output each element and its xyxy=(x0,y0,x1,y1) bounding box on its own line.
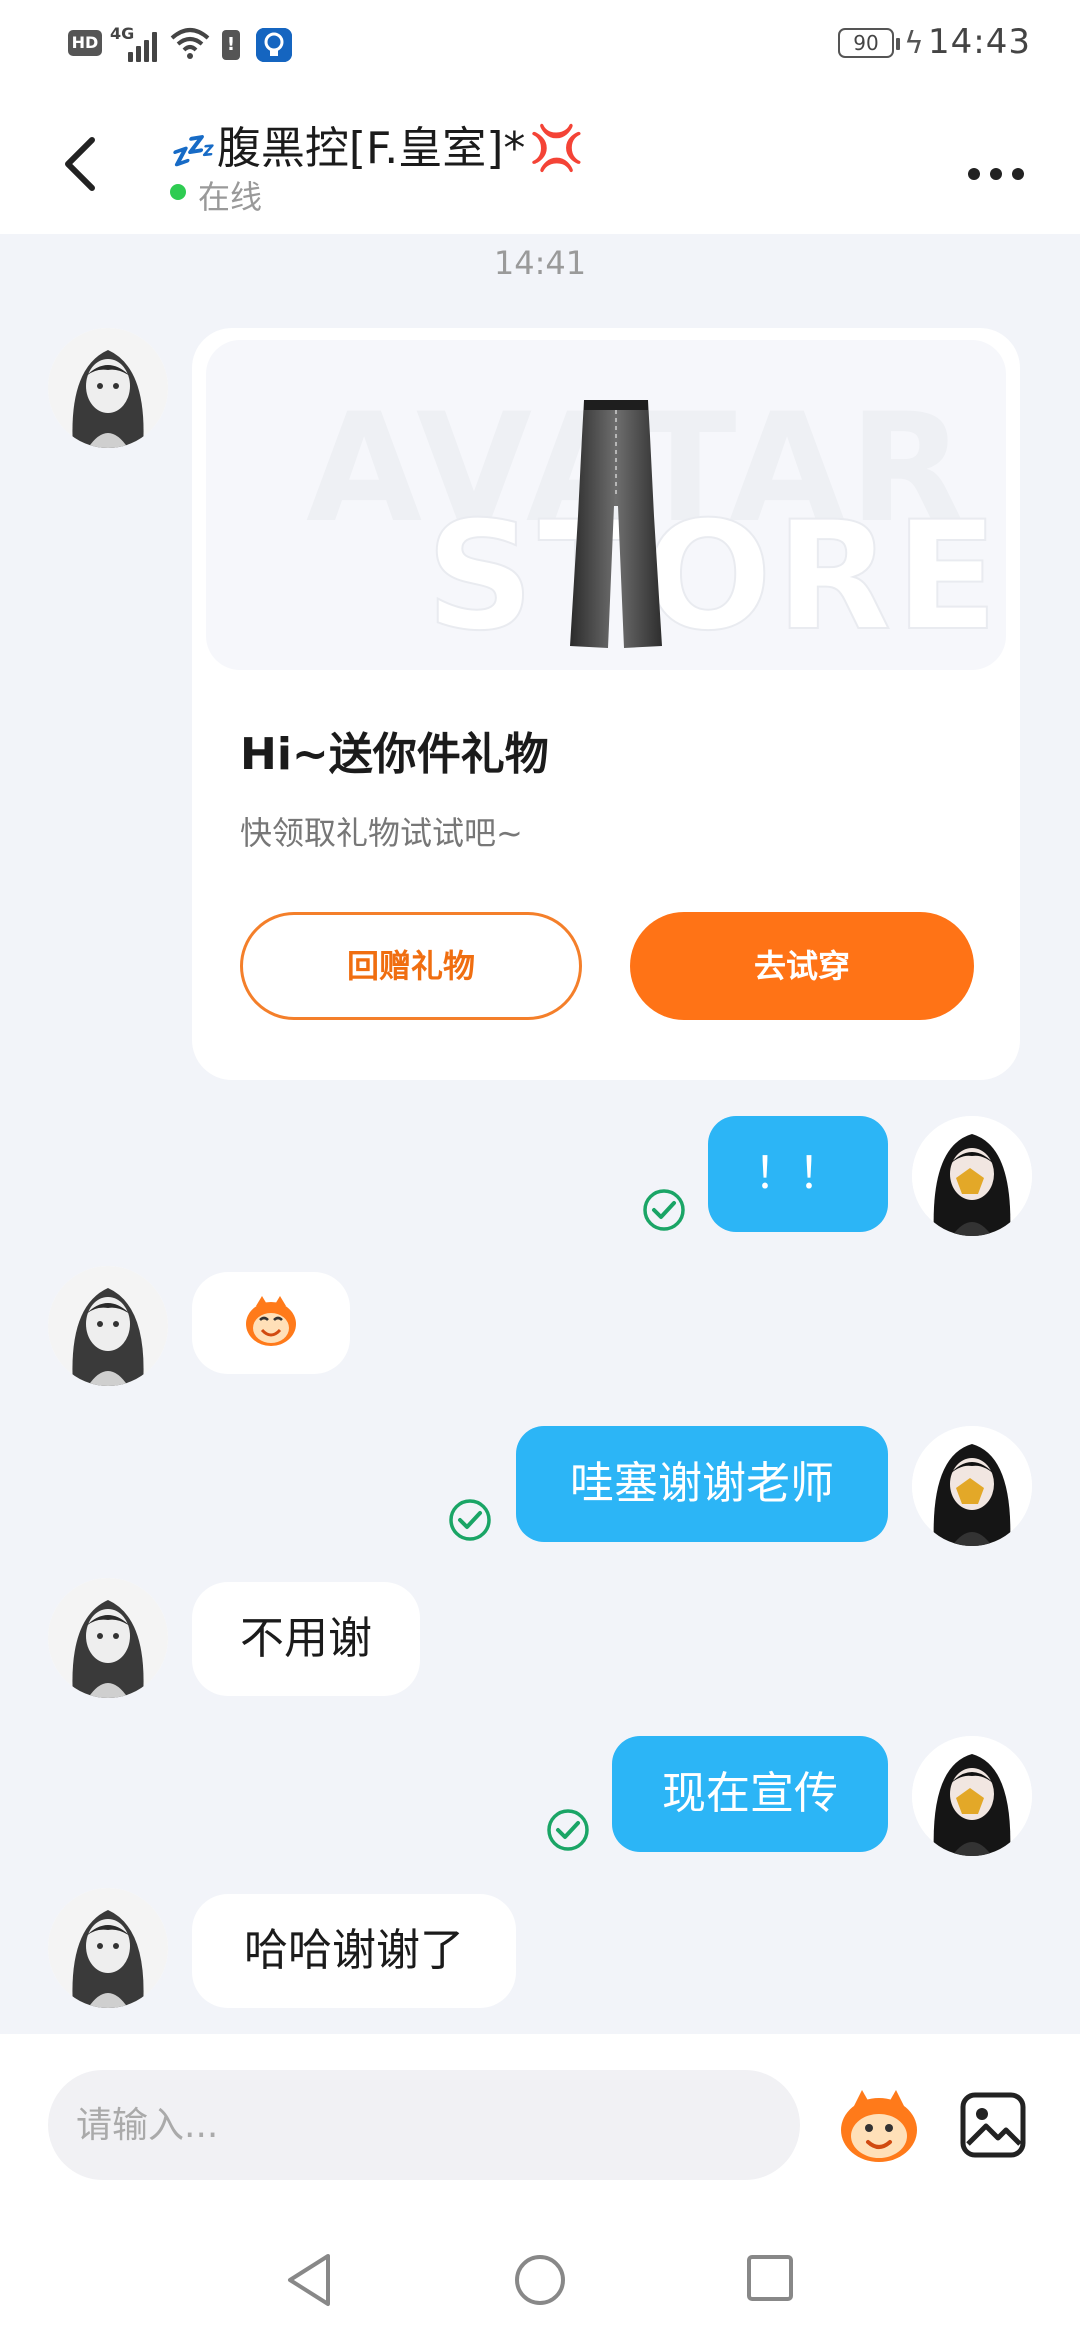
image-icon[interactable] xyxy=(960,2092,1026,2158)
nav-home-icon[interactable] xyxy=(514,2254,566,2306)
charging-icon: ϟ xyxy=(904,26,924,61)
monkey-face-emoji xyxy=(246,1296,296,1346)
read-check-icon xyxy=(547,1809,589,1851)
message-bubble-outgoing[interactable]: ！！ xyxy=(708,1116,888,1232)
contact-avatar[interactable] xyxy=(48,1888,168,2008)
gift-title: Hi~送你件礼物 xyxy=(240,729,549,780)
gift-image[interactable]: AVATAR STORE xyxy=(206,340,1006,670)
gift-subtitle: 快领取礼物试试吧~ xyxy=(240,814,523,852)
status-bar: HD 4G ! 90 ϟ 14:43 xyxy=(0,0,1080,90)
my-avatar[interactable] xyxy=(912,1426,1032,1546)
message-bubble-outgoing[interactable]: 哇塞谢谢老师 xyxy=(516,1426,888,1542)
online-status: 在线 xyxy=(198,178,263,216)
clock: 14:43 xyxy=(928,22,1031,62)
anger-emoji: 💢 xyxy=(529,123,585,174)
zzz-emoji: 💤 xyxy=(168,131,213,172)
contact-avatar[interactable] xyxy=(48,1266,168,1386)
chat-title: 💤腹黑控[F.皇室]*💢 xyxy=(168,112,584,176)
nav-recent-icon[interactable] xyxy=(746,2254,794,2302)
my-avatar[interactable] xyxy=(912,1116,1032,1236)
contact-name: 腹黑控[F.皇室]* xyxy=(216,123,526,174)
read-check-icon xyxy=(643,1189,685,1231)
watermark-store: STORE xyxy=(425,489,1002,665)
battery-tip xyxy=(896,38,900,50)
contact-avatar[interactable] xyxy=(48,1578,168,1698)
online-dot xyxy=(170,184,186,200)
message-bubble-incoming[interactable]: 哈哈谢谢了 xyxy=(192,1894,516,2008)
sticker-bubble[interactable] xyxy=(192,1272,350,1374)
more-horizontal-icon[interactable] xyxy=(968,162,1028,182)
time-divider: 14:41 xyxy=(493,244,587,282)
battery-icon: 90 xyxy=(838,28,894,58)
message-input[interactable] xyxy=(48,2070,800,2180)
alert-icon: ! xyxy=(222,30,240,60)
message-bubble-outgoing[interactable]: 现在宣传 xyxy=(612,1736,888,1852)
read-check-icon xyxy=(449,1499,491,1541)
chevron-left-icon[interactable] xyxy=(56,132,106,196)
hd-indicator: HD xyxy=(68,30,102,56)
nav-back-icon[interactable] xyxy=(284,2252,334,2308)
wifi-icon xyxy=(170,28,210,59)
monkey-emoji-icon[interactable] xyxy=(834,2086,924,2166)
signal-icon xyxy=(128,30,162,62)
message-bubble-incoming[interactable]: 不用谢 xyxy=(192,1582,420,1696)
my-avatar[interactable] xyxy=(912,1736,1032,1856)
jeans-image xyxy=(570,400,662,648)
contact-avatar[interactable] xyxy=(48,328,168,448)
gift-card[interactable]: AVATAR STORE Hi~送你件礼物 快领取礼物试试吧~ 回赠礼物 去试穿 xyxy=(192,328,1020,1080)
navigation-bar xyxy=(0,2200,1080,2340)
chat-header: 💤腹黑控[F.皇室]*💢 在线 xyxy=(0,90,1080,234)
try-on-button[interactable]: 去试穿 xyxy=(630,912,974,1020)
input-bar xyxy=(0,2034,1080,2200)
return-gift-button[interactable]: 回赠礼物 xyxy=(240,912,582,1020)
lightbulb-icon xyxy=(256,28,292,62)
